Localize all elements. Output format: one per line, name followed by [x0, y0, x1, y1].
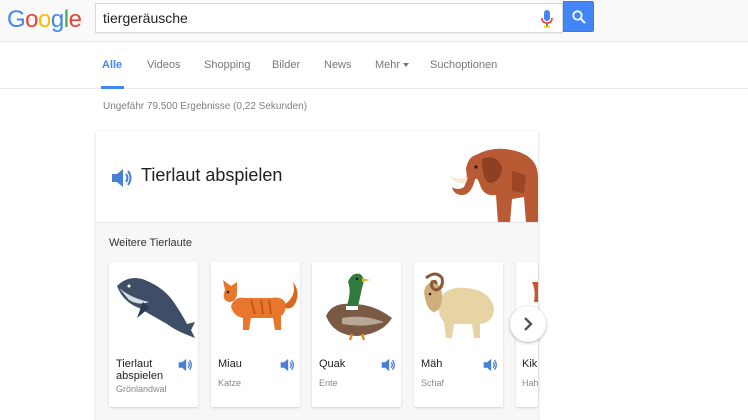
result-stats: Ungefähr 79.500 Ergebnisse (0,22 Sekunde…	[103, 101, 308, 112]
animal-sound-name: Tierlaut abspielen	[116, 358, 164, 382]
speaker-icon[interactable]	[280, 358, 295, 372]
chevron-right-icon	[524, 317, 533, 331]
tab-bilder[interactable]: Bilder	[272, 59, 300, 71]
more-sounds-label: Weitere Tierlaute	[109, 237, 192, 249]
animal-card-duck[interactable]: Quak Ente	[312, 262, 401, 407]
animal-species: Hah	[522, 378, 538, 388]
speaker-icon[interactable]	[483, 358, 498, 372]
ram-image	[424, 272, 494, 338]
tab-mehr[interactable]: Mehr	[375, 59, 410, 71]
carousel-next-button[interactable]	[510, 306, 546, 342]
microphone-icon[interactable]	[540, 10, 554, 28]
animal-sound-name: Quak	[319, 358, 346, 370]
speaker-icon[interactable]	[178, 358, 193, 372]
card-header: Tierlaut abspielen	[96, 131, 538, 223]
animal-card-sheep[interactable]: Mäh Schaf	[414, 262, 503, 407]
whale-image	[117, 278, 195, 338]
logo-letter: e	[68, 6, 82, 33]
animal-species: Grönlandwal	[116, 384, 167, 394]
speaker-icon[interactable]	[381, 358, 396, 372]
tab-suchoptionen[interactable]: Suchoptionen	[430, 59, 497, 71]
duck-image	[326, 273, 392, 341]
logo-letter: o	[38, 6, 51, 33]
animal-sounds-card: Tierlaut abspielen Weitere Tierlaute Tie…	[96, 131, 546, 420]
logo-letter: o	[25, 6, 39, 33]
animal-species: Katze	[218, 378, 242, 388]
elephant-image	[448, 148, 538, 222]
active-tab-indicator	[101, 86, 124, 89]
logo-letter: g	[50, 6, 64, 33]
cat-image	[223, 280, 298, 330]
animal-sound-name: Miau	[218, 358, 242, 370]
search-box	[95, 3, 563, 33]
play-sound-title[interactable]: Tierlaut abspielen	[141, 165, 282, 186]
tab-videos[interactable]: Videos	[147, 59, 180, 71]
tab-bar: Alle Videos Shopping Bilder News Mehr Su…	[0, 42, 748, 89]
animal-card-whale[interactable]: Tierlaut abspielen Grönlandwal	[109, 262, 198, 407]
search-input[interactable]	[96, 4, 526, 32]
animal-card-cat[interactable]: Miau Katze	[211, 262, 300, 407]
caret-down-icon	[403, 63, 410, 67]
animal-species: Schaf	[421, 378, 445, 388]
search-button[interactable]	[563, 1, 594, 32]
tab-news[interactable]: News	[324, 59, 352, 71]
animal-sound-name: Kik	[522, 358, 538, 370]
animal-species: Ente	[319, 378, 338, 388]
animal-sound-name: Mäh	[421, 358, 443, 370]
google-logo[interactable]: Google	[7, 4, 82, 36]
header-bar: Google	[0, 0, 748, 42]
tab-shopping[interactable]: Shopping	[204, 59, 251, 71]
more-sounds-section: Weitere Tierlaute Tierlaut abspielen Grö…	[96, 223, 538, 420]
search-icon	[571, 9, 586, 24]
tab-mehr-label: Mehr	[375, 59, 401, 71]
tab-alle[interactable]: Alle	[102, 59, 122, 71]
logo-letter: G	[7, 6, 26, 33]
speaker-icon[interactable]	[111, 168, 133, 188]
